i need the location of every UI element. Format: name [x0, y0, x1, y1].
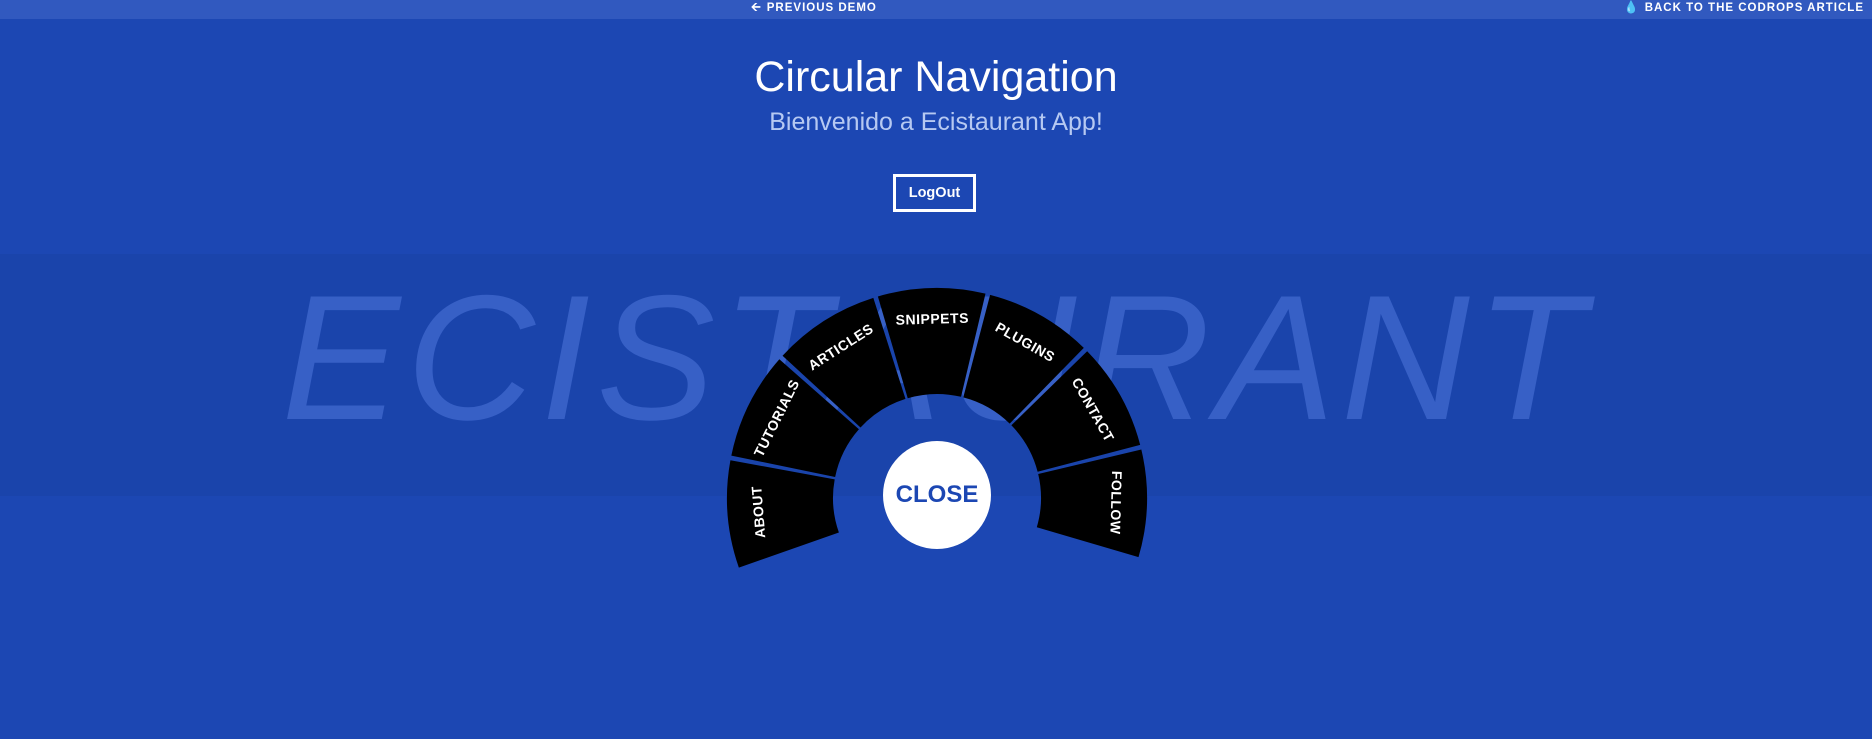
menu-item-label: SNIPPETS: [895, 310, 969, 328]
menu-item-about[interactable]: ABOUT: [727, 460, 839, 568]
circular-menu: ABOUTTUTORIALSARTICLESSNIPPETSPLUGINSCON…: [727, 287, 1147, 568]
menu-segment-about[interactable]: [727, 460, 839, 568]
menu-item-label: FOLLOW: [1107, 471, 1125, 535]
close-button[interactable]: CLOSE: [883, 441, 991, 549]
